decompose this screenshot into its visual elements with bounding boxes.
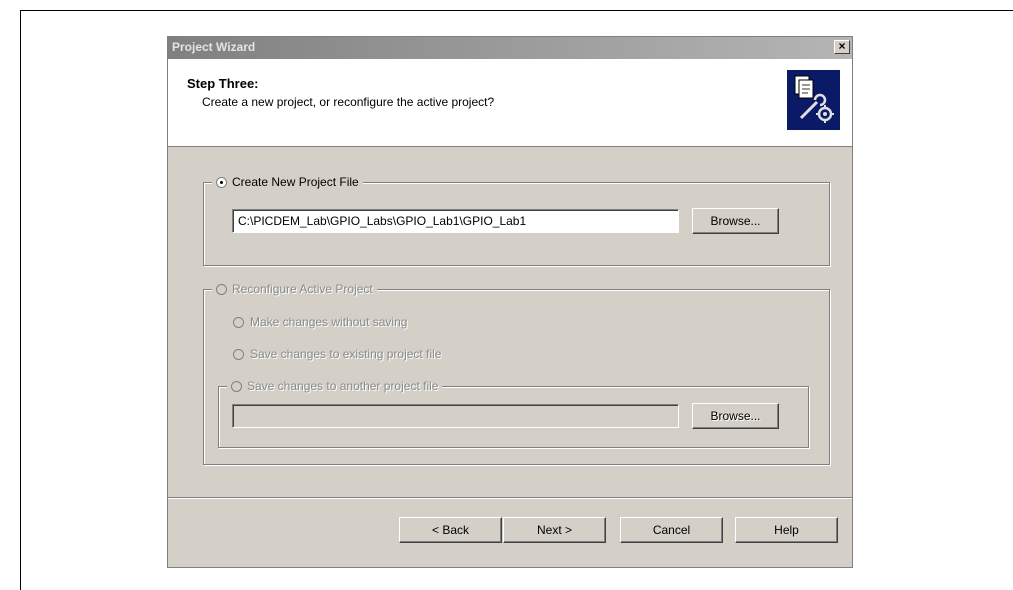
project-wizard-icon: [787, 70, 840, 130]
another-path-input[interactable]: [232, 404, 679, 428]
save-another-label: Save changes to another project file: [247, 379, 439, 393]
footer-separator: [168, 497, 852, 499]
radio-unselected-icon[interactable]: [216, 283, 227, 295]
radio-selected-icon[interactable]: [216, 176, 227, 188]
radio-unselected-icon[interactable]: [231, 380, 242, 392]
save-another-radio[interactable]: Save changes to another project file: [227, 379, 443, 393]
browse-another-button[interactable]: Browse...: [692, 403, 779, 429]
window-title: Project Wizard: [172, 40, 256, 54]
cancel-button[interactable]: Cancel: [620, 517, 723, 543]
wizard-header: Step Three: Create a new project, or rec…: [168, 59, 852, 147]
step-subtitle: Create a new project, or reconfigure the…: [202, 95, 495, 109]
step-title: Step Three:: [187, 76, 259, 91]
reconfigure-project-radio[interactable]: Reconfigure Active Project: [212, 282, 377, 296]
next-button[interactable]: Next >: [503, 517, 606, 543]
radio-unselected-icon[interactable]: [233, 316, 244, 328]
help-button[interactable]: Help: [735, 517, 838, 543]
save-existing-radio[interactable]: Save changes to existing project file: [233, 347, 441, 361]
title-bar[interactable]: Project Wizard ×: [168, 37, 852, 59]
create-project-radio[interactable]: Create New Project File: [212, 175, 363, 189]
back-button[interactable]: < Back: [399, 517, 502, 543]
close-button[interactable]: ×: [834, 40, 850, 54]
radio-unselected-icon[interactable]: [233, 348, 244, 360]
project-wizard-dialog: Project Wizard × Step Three: Create a ne…: [167, 36, 853, 568]
create-project-label: Create New Project File: [232, 175, 359, 189]
browse-button[interactable]: Browse...: [692, 208, 779, 234]
save-existing-label: Save changes to existing project file: [250, 347, 442, 361]
make-changes-radio[interactable]: Make changes without saving: [233, 315, 407, 329]
make-changes-label: Make changes without saving: [250, 315, 408, 329]
project-path-input[interactable]: C:\PICDEM_Lab\GPIO_Labs\GPIO_Lab1\GPIO_L…: [232, 209, 679, 233]
reconfigure-project-label: Reconfigure Active Project: [232, 282, 373, 296]
